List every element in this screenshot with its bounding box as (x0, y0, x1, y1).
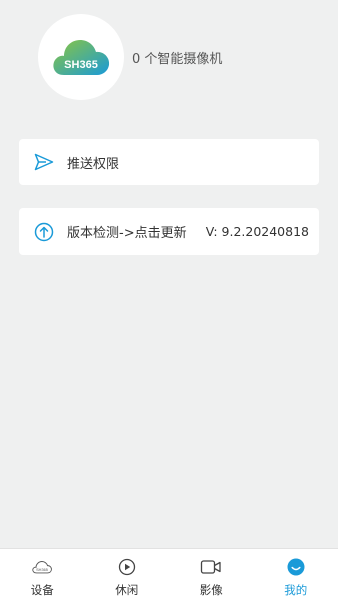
push-permission-item[interactable]: 推送权限 (19, 139, 319, 185)
tab-leisure[interactable]: 休闲 (85, 549, 170, 600)
tab-media[interactable]: 影像 (169, 549, 254, 600)
version-value: V: 9.2.20240818 (205, 224, 309, 239)
profile-smile-icon (285, 557, 307, 577)
tab-label: 我的 (284, 583, 308, 597)
tab-label: 影像 (199, 583, 223, 597)
profile-avatar[interactable]: SH365 (38, 14, 124, 100)
tab-label: 休闲 (115, 583, 139, 597)
version-check-item[interactable]: 版本检测->点击更新 V: 9.2.20240818 (19, 208, 319, 255)
version-check-label: 版本检测->点击更新 (67, 226, 187, 241)
cloud-sh365-icon: SH365 (31, 557, 53, 577)
svg-text:SH365: SH365 (36, 568, 48, 572)
logo-text: SH365 (64, 59, 98, 71)
sh365-logo-icon: SH365 (53, 40, 110, 75)
push-permission-label: 推送权限 (67, 156, 120, 172)
tab-mine[interactable]: 我的 (254, 549, 338, 600)
video-camera-icon (200, 557, 222, 577)
play-circle-icon (116, 557, 138, 577)
upload-circle-icon (33, 221, 55, 243)
tab-devices[interactable]: SH365 设备 (0, 549, 85, 600)
tab-label: 设备 (30, 583, 54, 597)
bottom-tab-bar: SH365 设备 休闲 影像 我的 (0, 548, 338, 600)
send-icon (33, 151, 55, 173)
camera-count-text: 0 个智能摄像机 (132, 52, 223, 67)
